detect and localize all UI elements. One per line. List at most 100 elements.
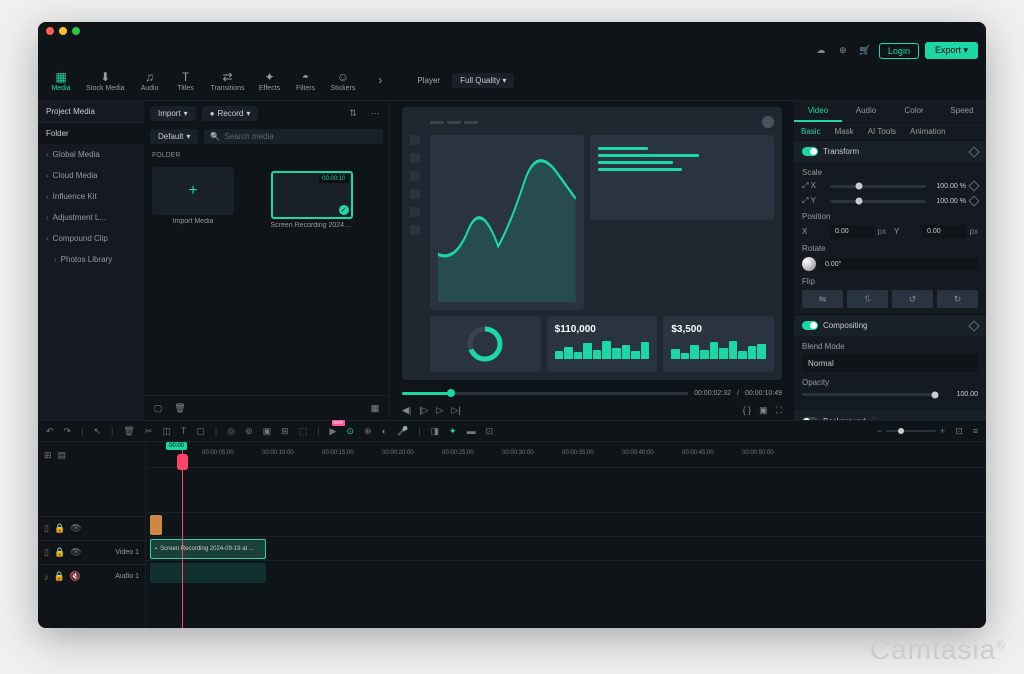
tool-2[interactable]: ⊚ [245,426,253,437]
kf-icon[interactable] [968,195,979,206]
prev-icon[interactable]: |▷ [419,405,428,416]
bracket-icon[interactable]: { } [743,405,752,415]
import-media-thumb[interactable]: + Import Media [152,167,234,233]
tab-more[interactable]: › [363,68,397,94]
video-clip[interactable]: ▪Screen Recording 2024-09-19 at ... [150,539,266,559]
fullscreen-icon[interactable]: ⛶ [776,405,782,416]
kf-icon[interactable] [968,320,979,331]
track-head-audio[interactable]: ♪🔒🔇Audio 1 [38,564,145,588]
sidebar-compound[interactable]: Compound Clip [38,228,144,249]
flip-h-button[interactable]: ⇋ [802,290,843,308]
cut-icon[interactable]: ✂ [145,426,153,437]
tab-stock[interactable]: ⬇Stock Media [80,68,131,94]
tool-5[interactable]: ⬚ [299,426,308,437]
scale-x-slider[interactable] [830,185,926,188]
lock-icon[interactable]: 🔒 [54,523,65,534]
sidebar-photos[interactable]: Photos Library [38,249,144,270]
tool-8[interactable]: ⊕ [364,426,372,437]
tab-stickers[interactable]: ☺Stickers [325,68,362,94]
tool-10[interactable]: ◨ [431,426,440,437]
stop-icon[interactable]: ◀| [402,405,411,416]
transform-header[interactable]: Transform [794,141,986,162]
tool-1[interactable]: ◎ [227,426,235,437]
cursor-icon[interactable]: ↖ [93,426,101,437]
tool-13[interactable]: ⊡ [486,426,494,437]
record-button[interactable]: ● Record ▾ [202,106,259,121]
folder-icon[interactable]: ▢ [150,400,166,416]
export-button[interactable]: Export ▾ [925,42,978,59]
tool-3[interactable]: ▣ [263,426,272,437]
scrubber[interactable]: 00:00:02:32 / 00:00:10:49 [390,386,794,400]
prop-tab-audio[interactable]: Audio [842,101,890,122]
tab-media[interactable]: ▦Media [44,68,78,94]
tool-11[interactable]: ✦ [449,426,457,437]
kf-icon[interactable] [968,180,979,191]
quality-select[interactable]: Full Quality ▾ [452,73,514,88]
tool-12[interactable]: ▬ [467,426,476,436]
prop-tab-color[interactable]: Color [890,101,938,122]
lock-icon[interactable]: 🔒 [54,547,65,558]
zoom-out-icon[interactable]: − [877,426,882,436]
zoom-in-icon[interactable]: + [940,426,945,436]
keyframe-icon[interactable] [968,146,979,157]
lock-icon[interactable]: 🔒 [54,571,65,582]
close-dot[interactable] [46,27,54,35]
marker-icon[interactable]: ▢ [196,426,205,437]
tab-titles[interactable]: TTitles [169,68,203,94]
transform-toggle[interactable] [802,147,818,156]
subtab-ai[interactable]: AI Tools [861,123,903,140]
mute-icon[interactable]: 🔇 [70,571,81,582]
pos-y-input[interactable]: 0.00 [922,225,966,238]
playhead[interactable]: 00:00 [182,442,183,628]
track-audio[interactable] [146,560,986,584]
background-header[interactable]: Background ⓘ [794,410,986,420]
minimize-dot[interactable] [59,27,67,35]
subtab-basic[interactable]: Basic [794,123,828,140]
settings-icon[interactable]: ≡ [973,426,978,436]
tab-filters[interactable]: ◓Filters [289,68,323,94]
overlay-clip[interactable] [150,515,162,535]
grid-icon[interactable]: ▦ [367,400,383,416]
blend-select[interactable]: Normal [802,355,978,372]
redo-icon[interactable]: ↷ [64,426,72,437]
timeline-ruler[interactable]: 00:00:05:00 00:00:10:00 00:00:15:00 00:0… [146,442,986,468]
tool-mic[interactable]: 🎤 [397,426,408,437]
subtab-mask[interactable]: Mask [828,123,861,140]
prop-tab-video[interactable]: Video [794,101,842,122]
sidebar-cloud[interactable]: Cloud Media [38,165,144,186]
crop-tool-icon[interactable]: ◫ [162,426,171,437]
next-icon[interactable]: ▷| [451,405,460,416]
tab-transitions[interactable]: ⇄Transitions [205,68,251,94]
track-video[interactable]: ▪Screen Recording 2024-09-19 at ... [146,536,986,560]
compositing-header[interactable]: Compositing [794,315,986,336]
delete-icon[interactable]: 🗑 [123,426,134,437]
pos-x-input[interactable]: 0.00 [830,225,874,238]
undo-icon[interactable]: ↶ [46,426,54,437]
subtab-anim[interactable]: Animation [903,123,953,140]
timeline-tracks[interactable]: 00:00:05:00 00:00:10:00 00:00:15:00 00:0… [146,442,986,628]
more-icon[interactable]: ⋯ [367,105,383,121]
search-input[interactable]: 🔍 Search media [204,129,383,144]
sidebar-folder[interactable]: Folder [38,123,144,144]
eye-icon[interactable]: 👁 [70,547,81,558]
notification-icon[interactable]: ⊕ [835,43,851,59]
prop-tab-speed[interactable]: Speed [938,101,986,122]
cart-icon[interactable]: 🛒 [857,43,873,59]
maximize-dot[interactable] [72,27,80,35]
tab-effects[interactable]: ✦Effects [253,68,287,94]
track-head-overlay[interactable]: ▯🔒👁 [38,516,145,540]
rotate-l-button[interactable]: ↺ [892,290,933,308]
login-button[interactable]: Login [879,43,919,59]
tab-audio[interactable]: ♫Audio [133,68,167,94]
background-toggle[interactable] [802,417,818,420]
media-thumb-1[interactable]: 00:00:10 ✓ Screen Recording 2024-09-... [242,167,381,233]
rotate-r-button[interactable]: ↻ [937,290,978,308]
audio-clip[interactable] [150,563,266,583]
crop-icon[interactable]: ▣ [759,405,768,416]
preview-canvas[interactable]: $110,000 $3,500 [402,107,782,380]
default-select[interactable]: Default ▾ [150,129,198,144]
sidebar-influence[interactable]: Influence Kit [38,186,144,207]
text-icon[interactable]: T [181,426,187,436]
track-overlay[interactable] [146,512,986,536]
rotate-dial[interactable] [802,257,816,271]
